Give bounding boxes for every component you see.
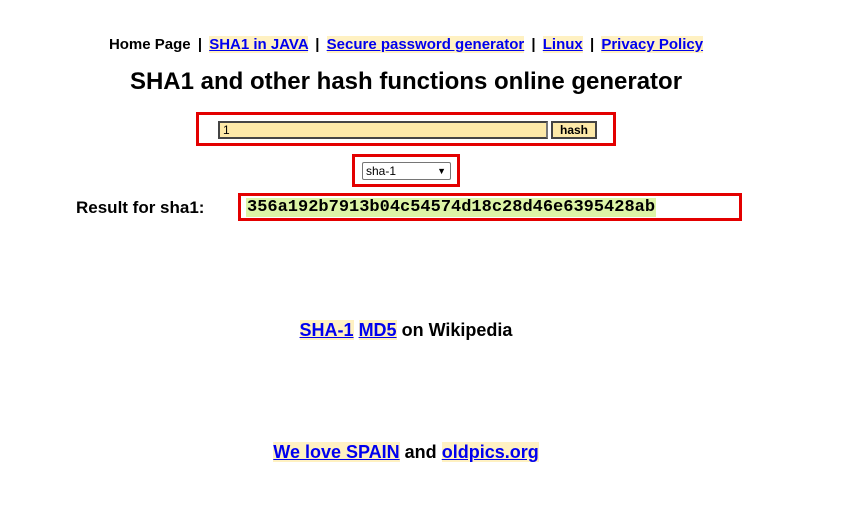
algorithm-select[interactable]: sha-1 ▼ bbox=[362, 162, 451, 180]
wiki-suffix: on Wikipedia bbox=[401, 320, 513, 340]
hash-text-input[interactable] bbox=[218, 121, 548, 139]
hash-button[interactable]: hash bbox=[551, 121, 597, 139]
nav-link-password-generator[interactable]: Secure password generator bbox=[326, 36, 525, 53]
result-label: Result for sha1: bbox=[76, 198, 205, 217]
nav-separator: | bbox=[531, 36, 536, 53]
wiki-link-md5[interactable]: MD5 bbox=[358, 320, 397, 340]
footer-joiner: and bbox=[404, 442, 437, 462]
algorithm-select-highlight: sha-1 ▼ bbox=[352, 154, 460, 187]
nav-separator: | bbox=[315, 36, 320, 53]
result-highlight: 356a192b7913b04c54574d18c28d46e6395428ab bbox=[238, 193, 742, 221]
page-title: SHA1 and other hash functions online gen… bbox=[129, 68, 683, 95]
nav-separator: | bbox=[197, 36, 203, 53]
nav-link-sha1-java[interactable]: SHA1 in JAVA bbox=[209, 36, 309, 53]
footer-link-we-love-spain[interactable]: We love SPAIN bbox=[273, 442, 400, 462]
nav-link-privacy-policy[interactable]: Privacy Policy bbox=[601, 36, 704, 53]
nav-link-linux[interactable]: Linux bbox=[542, 36, 583, 53]
wikipedia-links: SHA-1 MD5 on Wikipedia bbox=[0, 320, 812, 341]
top-nav: Home Page | SHA1 in JAVA | Secure passwo… bbox=[0, 36, 812, 53]
algorithm-selected-value: sha-1 bbox=[366, 164, 397, 178]
footer-links: We love SPAIN and oldpics.org bbox=[0, 442, 812, 463]
wiki-link-sha1[interactable]: SHA-1 bbox=[299, 320, 354, 340]
home-page-label: Home Page bbox=[108, 36, 191, 53]
hash-form-highlight: hash bbox=[196, 112, 616, 146]
nav-separator: | bbox=[589, 36, 595, 53]
result-hash-value: 356a192b7913b04c54574d18c28d46e6395428ab bbox=[246, 198, 657, 217]
chevron-down-icon: ▼ bbox=[437, 166, 446, 176]
footer-link-oldpics[interactable]: oldpics.org bbox=[441, 442, 539, 462]
